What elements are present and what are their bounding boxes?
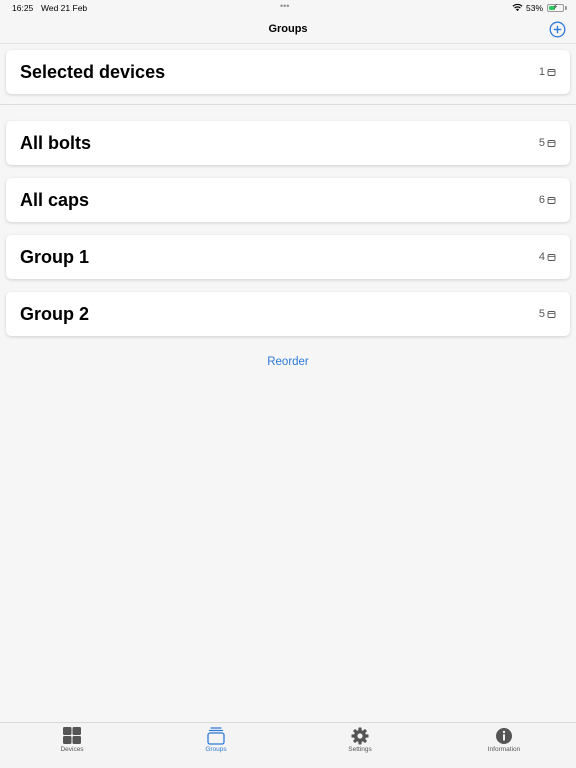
info-icon [496, 728, 512, 744]
group-card-all-caps[interactable]: All caps 6 [6, 178, 570, 222]
group-count-value: 4 [538, 251, 545, 263]
gear-icon [351, 727, 369, 745]
group-device-count: 5 [539, 308, 556, 320]
group-device-count: 5 [539, 137, 556, 149]
charging-bolt-icon: ⚡ [553, 4, 558, 11]
tab-settings[interactable]: Settings [288, 723, 432, 768]
nav-bar: Groups [0, 16, 576, 44]
add-group-button[interactable] [549, 21, 566, 38]
group-device-count: 6 [539, 194, 556, 206]
device-icon [547, 139, 556, 147]
status-bar: 16:25 Wed 21 Feb ••• 53% ⚡ [0, 0, 576, 16]
tab-devices[interactable]: Devices [0, 723, 144, 768]
group-count-value: 5 [538, 308, 545, 320]
tab-label: Information [487, 746, 521, 753]
tab-label: Settings [348, 746, 372, 753]
reorder-button[interactable]: Reorder [0, 356, 576, 368]
group-label: Selected devices [20, 62, 166, 82]
tab-groups[interactable]: Groups [144, 723, 288, 768]
battery-cap [565, 6, 567, 10]
group-card-group-1[interactable]: Group 1 4 [6, 235, 570, 279]
tab-information[interactable]: Information [432, 723, 576, 768]
group-label: All bolts [20, 133, 91, 153]
device-icon [547, 310, 556, 318]
group-card-selected-devices[interactable]: Selected devices 1 [6, 50, 570, 94]
group-card-all-bolts[interactable]: All bolts 5 [6, 121, 570, 165]
multitasking-dots-icon[interactable]: ••• [280, 1, 289, 11]
group-count-value: 5 [538, 137, 545, 149]
device-icon [547, 253, 556, 261]
device-icon [547, 68, 556, 76]
page-title: Groups [268, 23, 308, 35]
wifi-icon [512, 3, 523, 12]
group-device-count: 1 [539, 66, 556, 78]
group-count-value: 6 [538, 194, 545, 206]
tab-bar: Devices Groups Settings Information [0, 722, 576, 768]
group-count-value: 1 [538, 66, 545, 78]
group-label: Group 1 [20, 247, 90, 267]
group-card-group-2[interactable]: Group 2 5 [6, 292, 570, 336]
stack-icon [207, 727, 225, 745]
group-label: All caps [20, 190, 90, 210]
grid-icon [63, 727, 81, 744]
tab-label: Groups [205, 746, 227, 753]
status-time: 16:25 [12, 3, 34, 13]
device-icon [547, 196, 556, 204]
group-label: Group 2 [20, 304, 90, 324]
battery-percent: 53% [526, 3, 544, 13]
group-device-count: 4 [539, 251, 556, 263]
section-divider [0, 104, 576, 105]
status-date: Wed 21 Feb [41, 3, 88, 13]
tab-label: Devices [60, 746, 84, 753]
